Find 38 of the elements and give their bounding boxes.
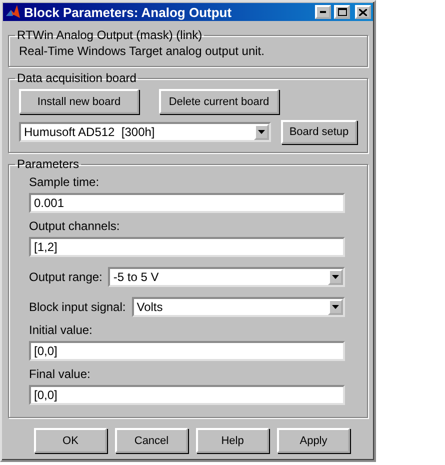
board-setup-button[interactable]: Board setup <box>281 120 357 144</box>
board-button[interactable]: Delete current board <box>159 89 279 114</box>
dialog-button[interactable]: Help <box>196 428 269 453</box>
group-title: Parameters <box>16 157 80 171</box>
field-label: Block input signal: <box>29 300 126 314</box>
maximize-icon <box>338 8 346 16</box>
dropdown-arrow-button[interactable] <box>328 299 343 315</box>
field-label: Initial value: <box>29 323 94 337</box>
window-title: Block Parameters: Analog Output <box>24 4 233 20</box>
dialog-button[interactable]: Cancel <box>115 428 188 453</box>
group-title: Data acquisition board <box>16 71 138 85</box>
input-field[interactable]: [0,0] <box>29 385 345 405</box>
close-button[interactable] <box>355 5 371 19</box>
field-label: Output channels: <box>29 219 121 233</box>
board-button[interactable]: Install new board <box>19 89 139 114</box>
triangle-icon <box>258 130 265 134</box>
dropdown-arrow-button[interactable] <box>328 269 343 285</box>
dialog-button[interactable]: Apply <box>277 428 350 453</box>
triangle-icon <box>332 305 339 309</box>
input-field[interactable]: [1,2] <box>29 237 345 257</box>
input-field[interactable]: [0,0] <box>29 341 345 361</box>
dropdown-field[interactable]: Volts <box>132 297 345 317</box>
close-icon <box>359 8 367 16</box>
description-text: Real-Time Windows Target analog output unit. <box>19 44 266 58</box>
triangle-icon <box>332 275 339 279</box>
dialog-button[interactable]: OK <box>34 428 107 453</box>
dropdown-field[interactable]: -5 to 5 V <box>108 267 345 287</box>
app-logo-icon <box>5 4 21 20</box>
minimize-icon <box>320 11 326 13</box>
field-label: Output range: <box>29 270 102 284</box>
field-label: Sample time: <box>29 175 100 189</box>
board-dropdown[interactable]: Humusoft AD512 [300h] <box>19 122 271 142</box>
minimize-button[interactable] <box>315 5 331 19</box>
field-label: Final value: <box>29 367 92 381</box>
dropdown-arrow-button[interactable] <box>254 124 269 140</box>
input-field[interactable]: 0.001 <box>29 193 345 213</box>
group-title: RTWin Analog Output (mask) (link) <box>16 28 204 42</box>
maximize-button[interactable] <box>334 5 350 19</box>
